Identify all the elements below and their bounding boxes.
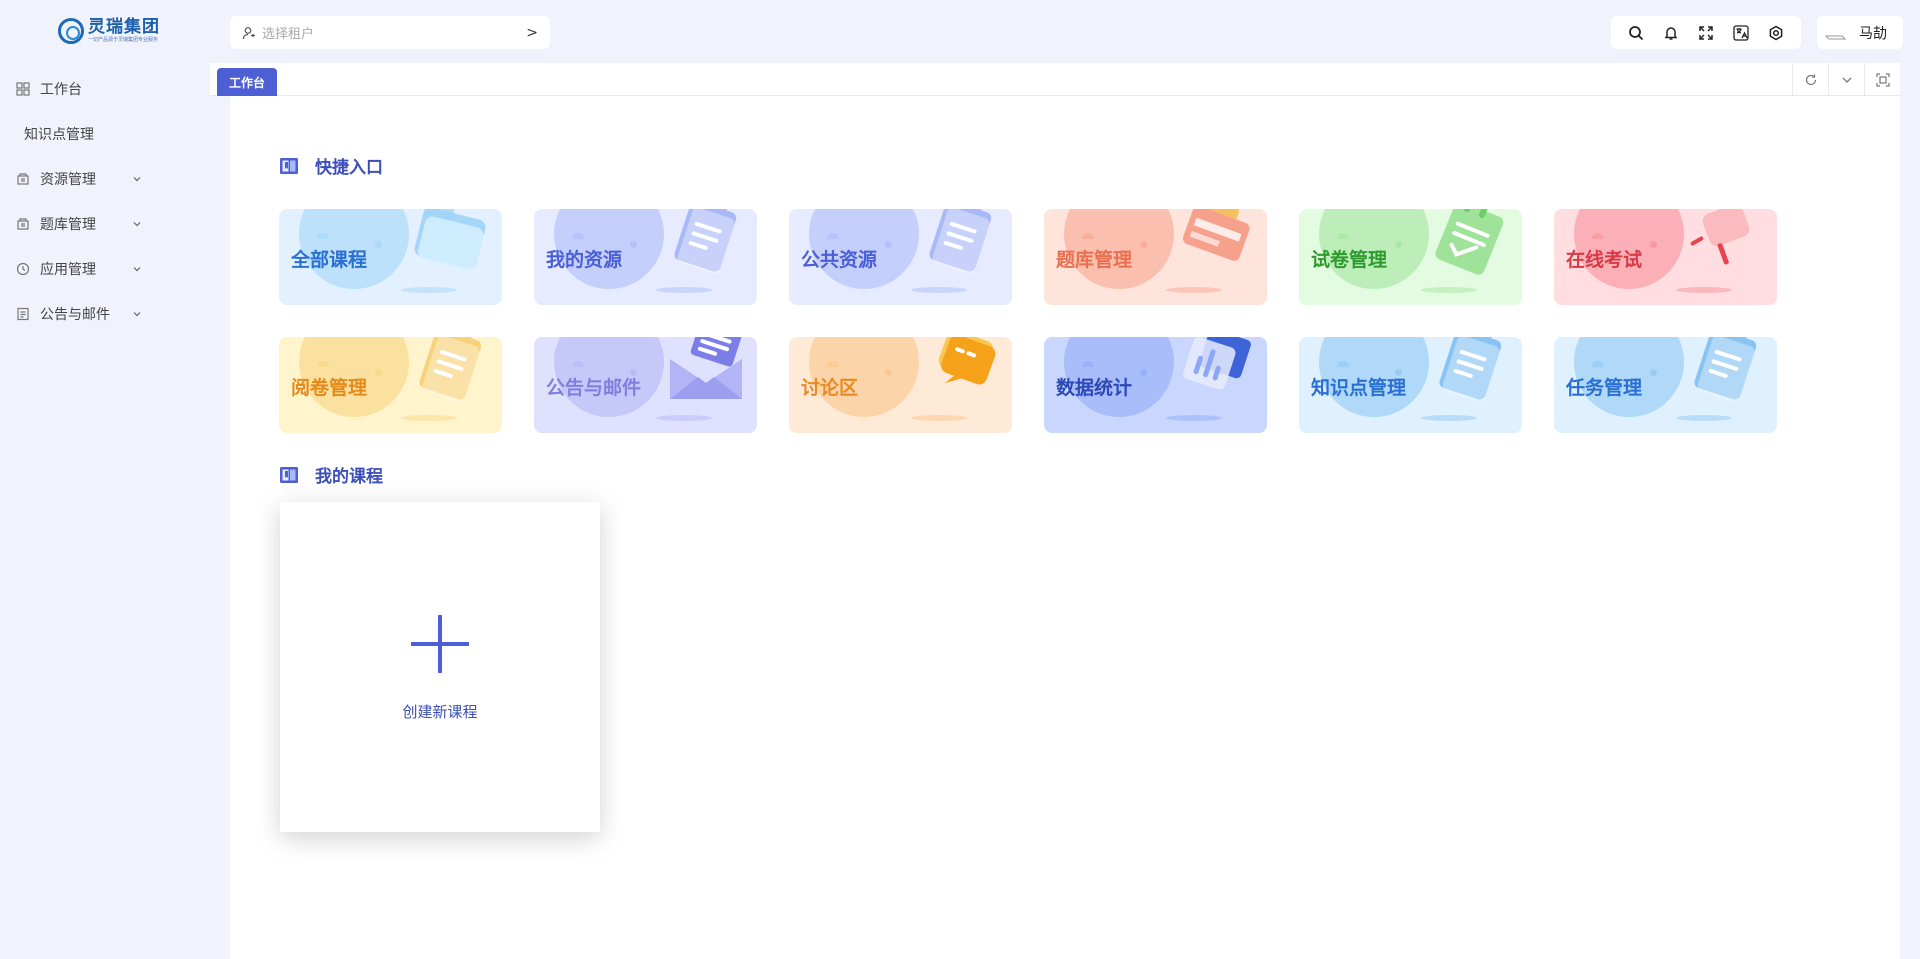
book-icon <box>279 156 299 176</box>
quick-entry-label: 试卷管理 <box>1311 249 1388 271</box>
chevron-right-icon: > <box>526 24 538 41</box>
quick-entry-card[interactable]: 任务管理 <box>1554 337 1777 433</box>
create-course-card[interactable]: 创建新课程 <box>280 502 600 832</box>
header-toolbox <box>1611 16 1801 49</box>
quick-entry-title: 快捷入口 <box>279 153 383 178</box>
user-name: 马劼 <box>1859 25 1887 42</box>
grid-icon <box>16 81 30 96</box>
notepad-icon <box>1429 209 1511 277</box>
quick-entry-card[interactable]: 在线考试 <box>1554 209 1777 305</box>
tab-bar: 工作台 <box>210 63 1900 96</box>
quick-entry-label: 全部课程 <box>291 249 368 271</box>
quick-entry-label: 阅卷管理 <box>291 377 368 399</box>
sidebar-item-label: 工作台 <box>40 81 82 98</box>
brand-name: 灵瑞集团 <box>88 17 160 37</box>
quick-entry-label: 讨论区 <box>801 377 859 399</box>
sidebar-item-apps[interactable]: 应用管理 <box>0 246 210 291</box>
tenant-selector[interactable]: 选择租户 > <box>230 16 550 49</box>
plus-icon <box>411 614 469 673</box>
chevron-down-icon <box>133 311 141 316</box>
chevron-down-icon <box>133 266 141 271</box>
quick-entry-card[interactable]: 讨论区 <box>789 337 1012 433</box>
logo-icon <box>58 18 84 44</box>
resource-icon <box>16 217 30 231</box>
quick-entry-label: 知识点管理 <box>1311 377 1407 399</box>
quick-entry-card[interactable]: 我的资源 <box>534 209 757 305</box>
sidebar-item-question-bank[interactable]: 题库管理 <box>0 201 210 246</box>
book-icon <box>279 465 299 485</box>
clipboard-icon <box>1429 337 1511 405</box>
card-icon <box>1174 209 1256 277</box>
chevron-down-icon <box>1842 77 1851 83</box>
sidebar-item-resources[interactable]: 资源管理 <box>0 156 210 201</box>
search-icon[interactable] <box>1628 25 1644 41</box>
resource-icon <box>16 172 30 186</box>
user-switch-icon <box>242 26 256 40</box>
sidebar-nav: 工作台 知识点管理 资源管理 题库管理 应用管理 公告与邮件 <box>0 66 210 336</box>
refresh-icon <box>1805 74 1816 85</box>
clock-icon <box>16 262 30 276</box>
tab-workbench[interactable]: 工作台 <box>217 68 278 96</box>
bell-icon[interactable] <box>1663 25 1679 41</box>
mail-icon <box>664 337 746 405</box>
quick-entry-card[interactable]: 试卷管理 <box>1299 209 1522 305</box>
my-courses-title: 我的课程 <box>279 462 383 487</box>
sidebar-item-notice-mail[interactable]: 公告与邮件 <box>0 291 210 336</box>
clipboard-icon <box>664 209 746 277</box>
chevron-down-icon <box>133 221 141 226</box>
brand-tagline: 一切产品源于灵瑞集团专业服务 <box>88 37 159 43</box>
sidebar-item-knowledge[interactable]: 知识点管理 <box>0 111 210 156</box>
maximize-icon <box>1875 72 1890 87</box>
clipboard-icon <box>409 337 491 405</box>
tab-dropdown-button[interactable] <box>1828 63 1864 96</box>
sidebar: 灵瑞集团 一切产品源于灵瑞集团专业服务 工作台 知识点管理 资源管理 题库管理 <box>0 0 210 959</box>
sidebar-item-label: 公告与邮件 <box>40 306 110 323</box>
quick-entry-label: 题库管理 <box>1056 249 1133 271</box>
brand-logo[interactable]: 灵瑞集团 一切产品源于灵瑞集团专业服务 <box>58 16 160 46</box>
sidebar-item-label: 资源管理 <box>40 171 96 188</box>
notice-icon <box>16 307 30 321</box>
folder-icon <box>409 209 491 277</box>
quick-entry-label: 公告与邮件 <box>546 377 642 399</box>
quick-entry-card[interactable]: 公告与邮件 <box>534 337 757 433</box>
quick-entry-label: 数据统计 <box>1056 377 1133 399</box>
quick-entry-label: 公共资源 <box>801 249 878 271</box>
quick-entry-card[interactable]: 公共资源 <box>789 209 1012 305</box>
avatar <box>1824 31 1847 41</box>
user-menu[interactable]: 马劼 <box>1817 16 1903 49</box>
create-course-label: 创建新课程 <box>402 702 478 721</box>
quick-entry-card[interactable]: 知识点管理 <box>1299 337 1522 433</box>
chart-icon <box>1174 337 1256 405</box>
translate-icon[interactable] <box>1733 24 1749 41</box>
sidebar-item-label: 知识点管理 <box>24 126 94 143</box>
sidebar-item-label: 题库管理 <box>40 216 96 233</box>
quick-entry-card[interactable]: 阅卷管理 <box>279 337 502 433</box>
clipboard-icon <box>919 209 1001 277</box>
clipboard-icon <box>1684 337 1766 405</box>
chevron-down-icon <box>133 176 141 181</box>
sidebar-item-label: 应用管理 <box>40 261 96 278</box>
quick-entry-label: 任务管理 <box>1566 377 1643 399</box>
flag-icon <box>1684 209 1766 277</box>
sidebar-item-workbench[interactable]: 工作台 <box>0 66 210 111</box>
maximize-button[interactable] <box>1864 63 1900 96</box>
refresh-button[interactable] <box>1792 63 1828 96</box>
main-content: 快捷入口 全部课程 我的资源 公共资源 题库管理 试卷管理 在线考试阅卷管理 公告与邮件 讨论… <box>230 96 1900 959</box>
tab-actions <box>1792 63 1900 96</box>
quick-entry-card[interactable]: 题库管理 <box>1044 209 1267 305</box>
fullscreen-icon[interactable] <box>1698 25 1714 41</box>
quick-entry-label: 在线考试 <box>1566 249 1643 271</box>
settings-icon[interactable] <box>1768 25 1784 41</box>
quick-entry-card[interactable]: 数据统计 <box>1044 337 1267 433</box>
chat-icon <box>919 337 1001 405</box>
tenant-placeholder: 选择租户 <box>262 27 315 42</box>
quick-entry-label: 我的资源 <box>546 249 623 271</box>
quick-entry-card[interactable]: 全部课程 <box>279 209 502 305</box>
